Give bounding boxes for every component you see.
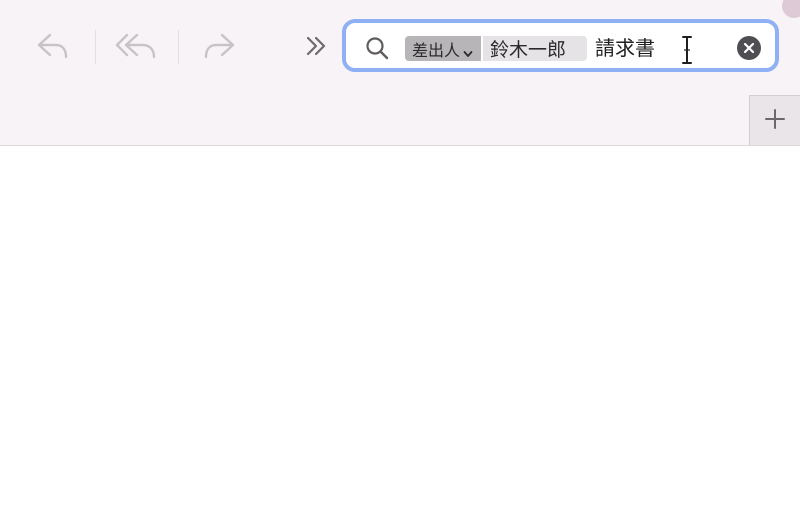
search-scope-token[interactable]: 差出人 xyxy=(405,36,481,61)
toolbar-separator xyxy=(178,30,179,64)
toolbar: 差出人 鈴木一郎 請求書 xyxy=(0,0,800,146)
reply-icon xyxy=(34,31,70,61)
reply-all-icon xyxy=(113,31,159,61)
forward-button[interactable] xyxy=(198,26,242,66)
mail-window: 差出人 鈴木一郎 請求書 xyxy=(0,0,800,520)
search-query-text[interactable]: 請求書 xyxy=(595,35,655,61)
reply-button[interactable] xyxy=(30,26,74,66)
more-toolbar-items-button[interactable] xyxy=(300,26,332,66)
plus-icon xyxy=(764,108,786,134)
sender-name: 鈴木一郎 xyxy=(490,39,567,61)
message-list-area xyxy=(0,146,800,520)
magnifying-glass-icon xyxy=(364,35,390,61)
search-field[interactable]: 差出人 鈴木一郎 請求書 xyxy=(342,19,779,72)
clear-icon xyxy=(743,39,755,58)
reply-all-button[interactable] xyxy=(112,26,160,66)
window-corner xyxy=(782,0,800,18)
search-token-value[interactable]: 鈴木一郎 xyxy=(483,36,587,61)
search-scope-label: 差出人 xyxy=(412,40,461,60)
new-tab-button[interactable] xyxy=(749,95,800,145)
forward-icon xyxy=(202,31,238,61)
double-chevron-right-icon xyxy=(303,33,329,59)
clear-search-button[interactable] xyxy=(737,36,761,60)
chevron-down-icon xyxy=(463,44,473,57)
text-cursor-icon xyxy=(680,35,694,65)
toolbar-separator xyxy=(95,30,96,64)
